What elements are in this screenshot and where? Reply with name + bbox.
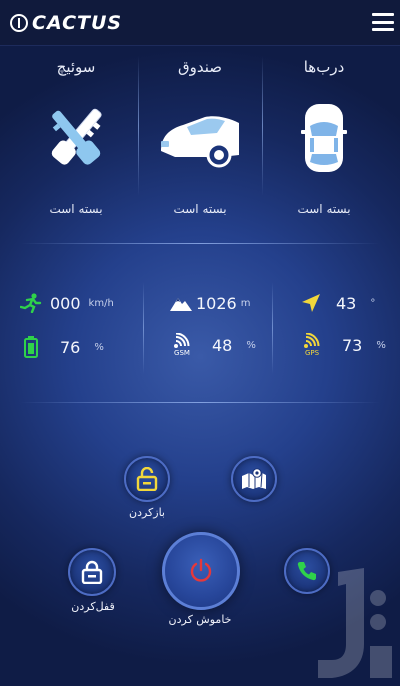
altitude-unit: m <box>240 297 251 309</box>
gsm-value: 48 <box>212 335 233 355</box>
status-divider-2 <box>262 56 263 196</box>
trunk-title: صندوق <box>177 58 223 76</box>
unlock-button[interactable] <box>124 456 170 502</box>
heading-value: 43 <box>336 293 357 313</box>
lock-icon <box>81 560 103 584</box>
power-icon <box>190 558 212 582</box>
status-divider-1 <box>138 56 139 196</box>
gsm-icon-label: GSM <box>174 349 190 357</box>
doors-state: بسته است <box>297 202 351 216</box>
battery-icon <box>20 336 42 358</box>
battery-sensor: 76 % <box>20 334 104 360</box>
hamburger-menu-icon[interactable] <box>372 13 394 31</box>
section-divider-1 <box>20 243 380 244</box>
car-top-icon <box>262 88 386 188</box>
mountain-icon <box>170 292 192 314</box>
gps-unit: % <box>376 339 386 351</box>
sensor-divider-1 <box>143 282 144 374</box>
app-header: CACTUS <box>0 0 400 46</box>
trunk-status[interactable]: صندوق بسته است <box>138 52 262 242</box>
switch-state: بسته است <box>49 202 103 216</box>
gsm-signal-icon: GSM <box>170 331 194 359</box>
watermark-logo-icon <box>318 568 392 678</box>
running-man-icon <box>20 292 42 314</box>
battery-value: 76 <box>60 337 81 357</box>
gps-sensor: GPS 73 % <box>300 332 386 358</box>
status-panel: سوئیچ بسته است صندوق <box>0 52 400 242</box>
logo-mark-icon <box>10 14 28 32</box>
switch-status[interactable]: سوئیچ بسته است <box>14 52 138 242</box>
power-off-button[interactable] <box>162 532 240 610</box>
doors-title: درب‌ها <box>303 58 345 76</box>
gps-value: 73 <box>342 335 363 355</box>
gps-icon-label: GPS <box>304 349 320 357</box>
lock-label: قفل‌کردن <box>71 600 115 613</box>
switch-title: سوئیچ <box>56 58 96 76</box>
unlock-label: بازکردن <box>128 506 165 519</box>
doors-status[interactable]: درب‌ها بسته است <box>262 52 386 242</box>
trunk-state: بسته است <box>173 202 227 216</box>
gsm-sensor: GSM 48 % <box>170 332 256 358</box>
altitude-value: 1026 <box>196 293 237 313</box>
unlock-icon <box>136 467 158 491</box>
speed-unit: km/h <box>88 297 114 309</box>
heading-unit: ° <box>370 297 376 309</box>
logo-text: CACTUS <box>32 12 123 34</box>
sensor-divider-2 <box>272 282 273 374</box>
section-divider-2 <box>20 402 380 403</box>
speed-sensor: 000 km/h <box>20 290 114 316</box>
car-trunk-icon <box>138 88 262 188</box>
gps-signal-icon: GPS <box>300 331 324 359</box>
altitude-sensor: 1026 m <box>170 290 250 316</box>
power-off-label: خاموش کردن <box>168 613 232 626</box>
speed-value: 000 <box>50 293 81 313</box>
navigation-arrow-icon <box>300 292 322 314</box>
map-icon <box>242 468 266 489</box>
lock-button[interactable] <box>68 548 116 596</box>
map-button[interactable] <box>231 456 277 502</box>
gsm-unit: % <box>246 339 256 351</box>
cactus-logo: CACTUS <box>10 11 122 35</box>
battery-unit: % <box>94 341 104 353</box>
heading-sensor: 43 ° <box>300 290 375 316</box>
key-icon <box>14 88 138 188</box>
